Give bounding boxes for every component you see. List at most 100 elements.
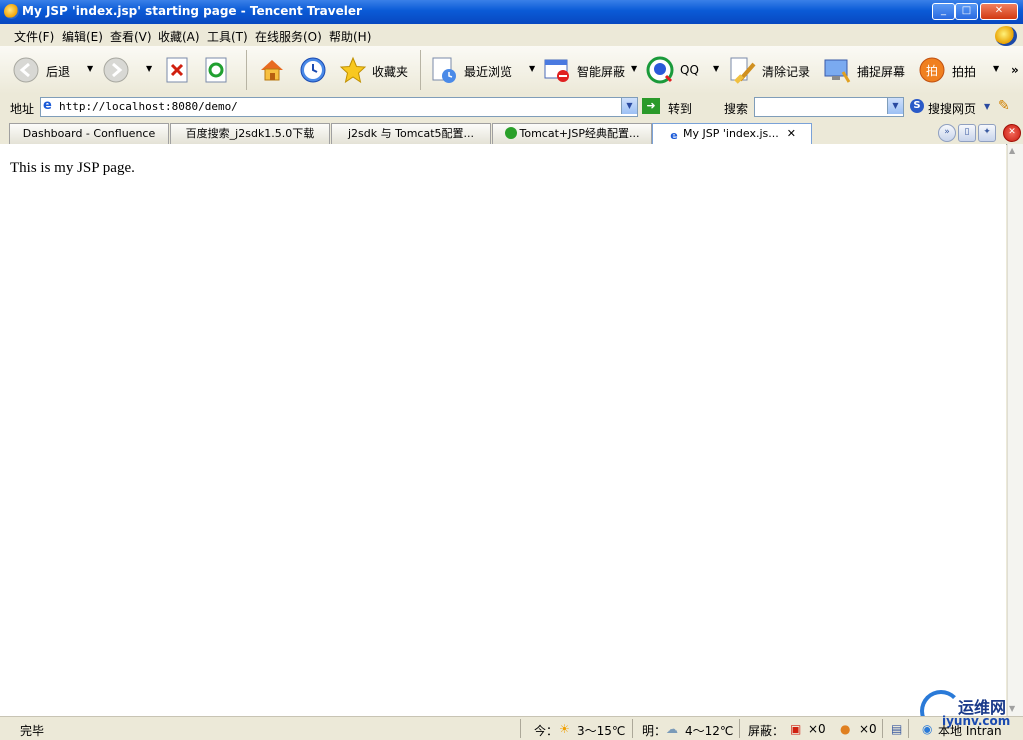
clear-icon[interactable] (728, 56, 756, 84)
lock-icon: ▤ (891, 722, 903, 736)
maximize-button[interactable]: □ (955, 3, 978, 20)
sougou-search-button[interactable]: 搜搜网页 (928, 100, 976, 117)
tab-my-jsp-active[interactable]: e My JSP 'index.js... ✕ (652, 123, 812, 145)
blocked-ads-count: ×0 (859, 722, 877, 736)
search-label: 搜索 (724, 102, 749, 116)
history-icon[interactable] (299, 56, 327, 84)
address-field[interactable]: e ▼ (40, 97, 638, 117)
tab-tomcat-jsp[interactable]: Tomcat+JSP经典配置... (492, 123, 652, 144)
vertical-scrollbar[interactable] (1007, 144, 1023, 716)
paipai-dropdown-icon[interactable]: ▼ (993, 64, 999, 73)
tab-list-icon[interactable]: » (938, 124, 956, 142)
tab-ie-icon: e (670, 129, 678, 142)
sougou-icon[interactable]: S (910, 99, 924, 113)
toolbar-separator (420, 50, 421, 90)
status-separator (632, 719, 633, 738)
menu-view[interactable]: 查看(V) (110, 28, 152, 45)
smart-block-dropdown-icon[interactable]: ▼ (631, 64, 637, 73)
qq-dropdown-icon[interactable]: ▼ (713, 64, 719, 73)
tab-baidu-search[interactable]: 百度搜索_j2sdk1.5.0下载 (170, 123, 330, 144)
sun-icon: ☀ (559, 722, 570, 736)
scroll-down-icon[interactable]: ▼ (1009, 704, 1015, 713)
page-body-text: This is my JSP page. (10, 160, 135, 176)
address-label: 地址 (10, 102, 35, 116)
refresh-icon[interactable] (202, 56, 230, 84)
popup-block-icon[interactable]: ▣ (790, 722, 801, 736)
weather-tomorrow-label: 明： (642, 724, 667, 738)
menu-file[interactable]: 文件(F) (14, 28, 54, 45)
sougou-dropdown-icon[interactable]: ▼ (984, 102, 990, 111)
back-label[interactable]: 后退 (46, 63, 70, 80)
tab-dashboard-confluence[interactable]: Dashboard - Confluence (9, 123, 169, 144)
toolbar-separator (246, 50, 247, 90)
forward-icon[interactable] (102, 56, 130, 84)
tab-label: j2sdk 与 Tomcat5配置... (347, 127, 475, 140)
tab-close-icon[interactable]: ✕ (787, 127, 796, 140)
back-icon[interactable] (12, 56, 40, 84)
capture-icon[interactable] (823, 56, 851, 84)
smart-block-icon[interactable] (543, 56, 571, 84)
tab-label: Tomcat+JSP经典配置... (519, 127, 640, 140)
new-tab-icon[interactable]: ▯ (958, 124, 976, 142)
favorites-icon[interactable] (339, 56, 367, 84)
pin-tab-icon[interactable]: ✦ (978, 124, 996, 142)
ad-block-icon[interactable]: ● (840, 722, 850, 736)
qq-label[interactable]: QQ (680, 63, 699, 77)
menu-edit[interactable]: 编辑(E) (62, 28, 103, 45)
minimize-button[interactable]: _ (932, 3, 955, 20)
stop-icon[interactable] (163, 56, 191, 84)
back-dropdown-icon[interactable]: ▼ (87, 64, 93, 73)
watermark-url: iyunv.com (942, 714, 1011, 728)
close-all-tabs-icon[interactable]: ✕ (1003, 124, 1021, 142)
title-bar: My JSP 'index.jsp' starting page - Tence… (0, 0, 1023, 24)
qq-icon[interactable] (646, 56, 674, 84)
weather-today-label: 今： (534, 724, 559, 738)
go-arrow-icon[interactable]: ➜ (642, 98, 660, 114)
toolbar: 后退 ▼ ▼ 收藏夹 最近浏览 ▼ 智能屏蔽 ▼ QQ ▼ 清除记录 捕捉屏幕 … (0, 46, 1023, 95)
blocked-label: 屏蔽： (748, 724, 785, 738)
weather-today-temp[interactable]: 3～15℃ (577, 722, 625, 739)
menu-tools[interactable]: 工具(T) (207, 28, 248, 45)
pencil-icon[interactable]: ✎ (998, 98, 1010, 114)
clear-history-label[interactable]: 清除记录 (762, 63, 810, 80)
status-separator (882, 719, 883, 738)
forward-dropdown-icon[interactable]: ▼ (146, 64, 152, 73)
capture-screen-label[interactable]: 捕捉屏幕 (857, 63, 905, 80)
go-button[interactable]: 转到 (668, 100, 692, 117)
svg-text:拍: 拍 (926, 63, 938, 78)
status-text: 完毕 (20, 724, 45, 738)
recent-dropdown-icon[interactable]: ▼ (529, 64, 535, 73)
tab-j2sdk-tomcat[interactable]: j2sdk 与 Tomcat5配置... (331, 123, 491, 144)
toolbar-overflow-button[interactable]: » (1011, 63, 1019, 77)
address-input[interactable] (59, 99, 619, 114)
weather-tomorrow-temp[interactable]: 4～12℃ (685, 722, 733, 739)
tab-label: My JSP 'index.js... (683, 127, 779, 140)
paipai-icon[interactable]: 拍 (918, 56, 946, 84)
menu-online-services[interactable]: 在线服务(O) (255, 28, 322, 45)
status-bar: 完毕 今： ☀ 3～15℃ 明： ☁ 4～12℃ 屏蔽： ▣ ×0 ● ×0 ▤… (0, 716, 1023, 740)
status-separator (739, 719, 740, 738)
close-button[interactable]: ✕ (980, 3, 1018, 20)
recent-label[interactable]: 最近浏览 (464, 63, 512, 80)
search-input[interactable] (757, 99, 883, 114)
favorites-label[interactable]: 收藏夹 (372, 63, 408, 80)
recent-icon[interactable] (430, 56, 458, 84)
app-icon (4, 4, 19, 19)
page-favicon-icon: e (43, 98, 52, 113)
search-field[interactable]: ▼ (754, 97, 904, 117)
page-content: This is my JSP page. (0, 144, 1006, 716)
search-dropdown-icon[interactable]: ▼ (887, 98, 903, 114)
menu-favorites[interactable]: 收藏(A) (158, 28, 200, 45)
tab-page-icon (504, 127, 517, 139)
cloud-icon: ☁ (666, 722, 678, 736)
menu-help[interactable]: 帮助(H) (329, 28, 371, 45)
smart-block-label[interactable]: 智能屏蔽 (577, 63, 625, 80)
address-bar: 地址 e ▼ ➜ 转到 搜索 ▼ S 搜搜网页 ▼ ✎ (0, 94, 1023, 121)
home-icon[interactable] (258, 56, 286, 84)
menu-bar: 文件(F) 编辑(E) 查看(V) 收藏(A) 工具(T) 在线服务(O) 帮助… (0, 24, 1023, 47)
status-separator (908, 719, 909, 738)
tab-bar: Dashboard - Confluence 百度搜索_j2sdk1.5.0下载… (0, 120, 1023, 145)
address-dropdown-icon[interactable]: ▼ (621, 98, 637, 114)
paipai-label[interactable]: 拍拍 (952, 63, 976, 80)
scroll-up-icon[interactable]: ▲ (1009, 146, 1015, 155)
